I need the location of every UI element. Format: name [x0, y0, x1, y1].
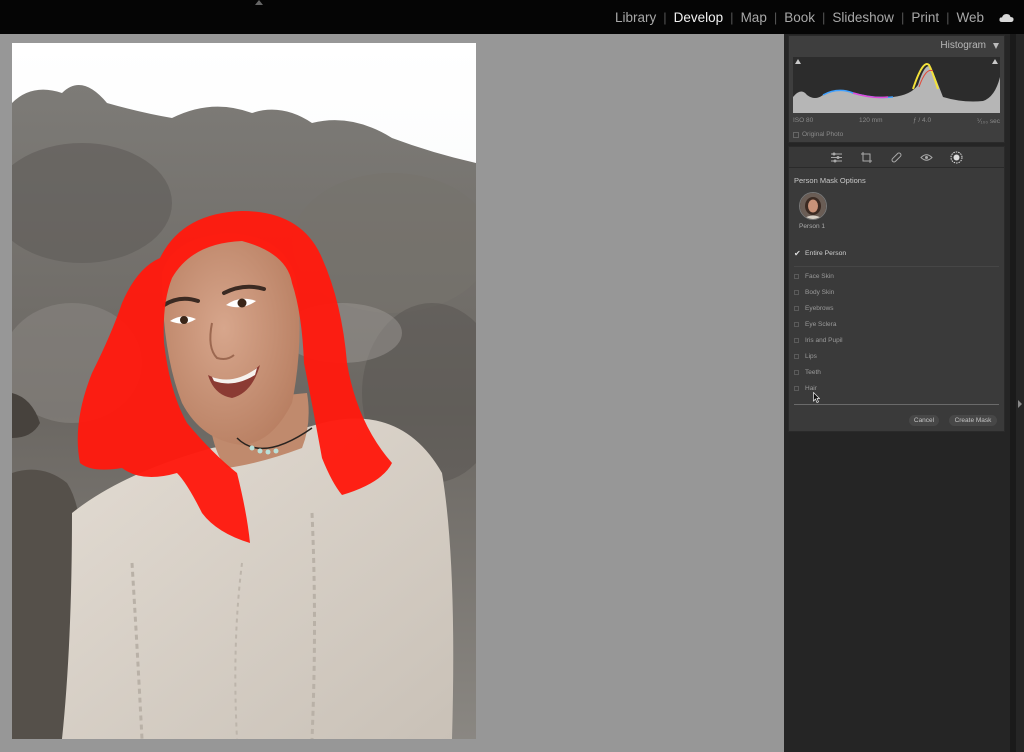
option-iris-pupil[interactable]: Iris and Pupil — [794, 337, 843, 344]
checkmark-icon: ✔ — [794, 249, 801, 258]
face-skin-checkbox[interactable] — [794, 274, 799, 279]
module-bar: Library | Develop | Map | Book | Slidesh… — [0, 0, 1024, 34]
panel-scrollbar[interactable] — [1010, 34, 1016, 752]
option-eye-sclera[interactable]: Eye Sclera — [794, 321, 836, 328]
right-panel: Histogram ISO 80 120 mm ƒ / 4.0 ⅟₁₀₀ sec… — [784, 34, 1024, 752]
histogram-graph — [793, 57, 1000, 113]
masking-icon[interactable] — [950, 151, 963, 164]
shutter-speed: ⅟₁₀₀ sec — [976, 118, 1000, 125]
option-lips[interactable]: Lips — [794, 353, 817, 360]
option-eyebrows[interactable]: Eyebrows — [794, 305, 834, 312]
aperture-value: ƒ / 4.0 — [913, 117, 932, 124]
module-web[interactable]: Web — [954, 10, 986, 25]
divider — [794, 266, 999, 267]
module-map[interactable]: Map — [739, 10, 769, 25]
person-mask-options-panel: Person Mask Options Person 1 ✔ Entire Pe… — [788, 167, 1005, 432]
teeth-checkbox[interactable] — [794, 370, 799, 375]
eye-sclera-label: Eye Sclera — [805, 321, 837, 328]
iso-value: ISO 80 — [793, 117, 814, 124]
teeth-label: Teeth — [805, 369, 821, 376]
tool-strip — [788, 146, 1005, 168]
eyebrows-label: Eyebrows — [805, 305, 834, 312]
entire-person-option[interactable]: ✔ Entire Person — [794, 249, 846, 258]
iris-pupil-checkbox[interactable] — [794, 338, 799, 343]
histogram-title[interactable]: Histogram — [940, 40, 986, 51]
focal-length: 120 mm — [859, 117, 883, 124]
original-photo-checkbox[interactable] — [793, 131, 799, 138]
mask-options-title: Person Mask Options — [794, 176, 866, 185]
redeye-icon[interactable] — [920, 151, 933, 164]
mouse-pointer-icon — [813, 392, 820, 403]
option-face-skin[interactable]: Face Skin — [794, 273, 834, 280]
histogram-collapse-icon[interactable] — [993, 43, 999, 49]
hair-checkbox[interactable] — [794, 386, 799, 391]
person-avatar — [800, 193, 826, 219]
highlight-clipping-icon[interactable] — [992, 59, 998, 64]
person-1-thumbnail[interactable] — [799, 192, 827, 220]
shadow-clipping-icon[interactable] — [795, 59, 801, 64]
histogram-curve — [793, 63, 1000, 113]
module-book[interactable]: Book — [782, 10, 817, 25]
face-skin-label: Face Skin — [805, 273, 834, 280]
panel-expand-arrow-icon[interactable] — [1018, 400, 1022, 408]
option-hair[interactable]: Hair — [794, 385, 817, 392]
eye-sclera-checkbox[interactable] — [794, 322, 799, 327]
divider — [794, 404, 999, 405]
body-skin-checkbox[interactable] — [794, 290, 799, 295]
exif-info: ISO 80 120 mm ƒ / 4.0 ⅟₁₀₀ sec — [793, 117, 1000, 127]
hair-label: Hair — [805, 385, 817, 392]
panel-collapse-arrow-icon[interactable] — [255, 0, 263, 5]
create-mask-button[interactable]: Create Mask — [949, 415, 997, 426]
original-photo-label: Original Photo — [802, 131, 844, 138]
healing-icon[interactable] — [890, 151, 903, 164]
module-develop[interactable]: Develop — [672, 10, 726, 25]
module-slideshow[interactable]: Slideshow — [830, 10, 896, 25]
cancel-button[interactable]: Cancel — [909, 415, 939, 426]
crop-icon[interactable] — [860, 151, 873, 164]
module-print[interactable]: Print — [909, 10, 941, 25]
lips-label: Lips — [805, 353, 817, 360]
module-picker: Library | Develop | Map | Book | Slidesh… — [613, 9, 986, 25]
module-library[interactable]: Library — [613, 10, 658, 25]
eyebrows-checkbox[interactable] — [794, 306, 799, 311]
photo-with-hair-mask[interactable] — [12, 43, 476, 739]
lips-checkbox[interactable] — [794, 354, 799, 359]
option-body-skin[interactable]: Body Skin — [794, 289, 834, 296]
iris-pupil-label: Iris and Pupil — [805, 337, 843, 344]
original-photo-toggle[interactable]: Original Photo — [793, 131, 843, 138]
image-canvas — [0, 34, 784, 752]
histogram-panel: Histogram ISO 80 120 mm ƒ / 4.0 ⅟₁₀₀ sec… — [788, 35, 1005, 143]
entire-person-label: Entire Person — [805, 250, 847, 257]
sliders-icon[interactable] — [830, 151, 843, 164]
body-skin-label: Body Skin — [805, 289, 835, 296]
option-teeth[interactable]: Teeth — [794, 369, 821, 376]
person-1-label: Person 1 — [798, 223, 826, 230]
cloud-sync-icon[interactable] — [999, 13, 1014, 22]
